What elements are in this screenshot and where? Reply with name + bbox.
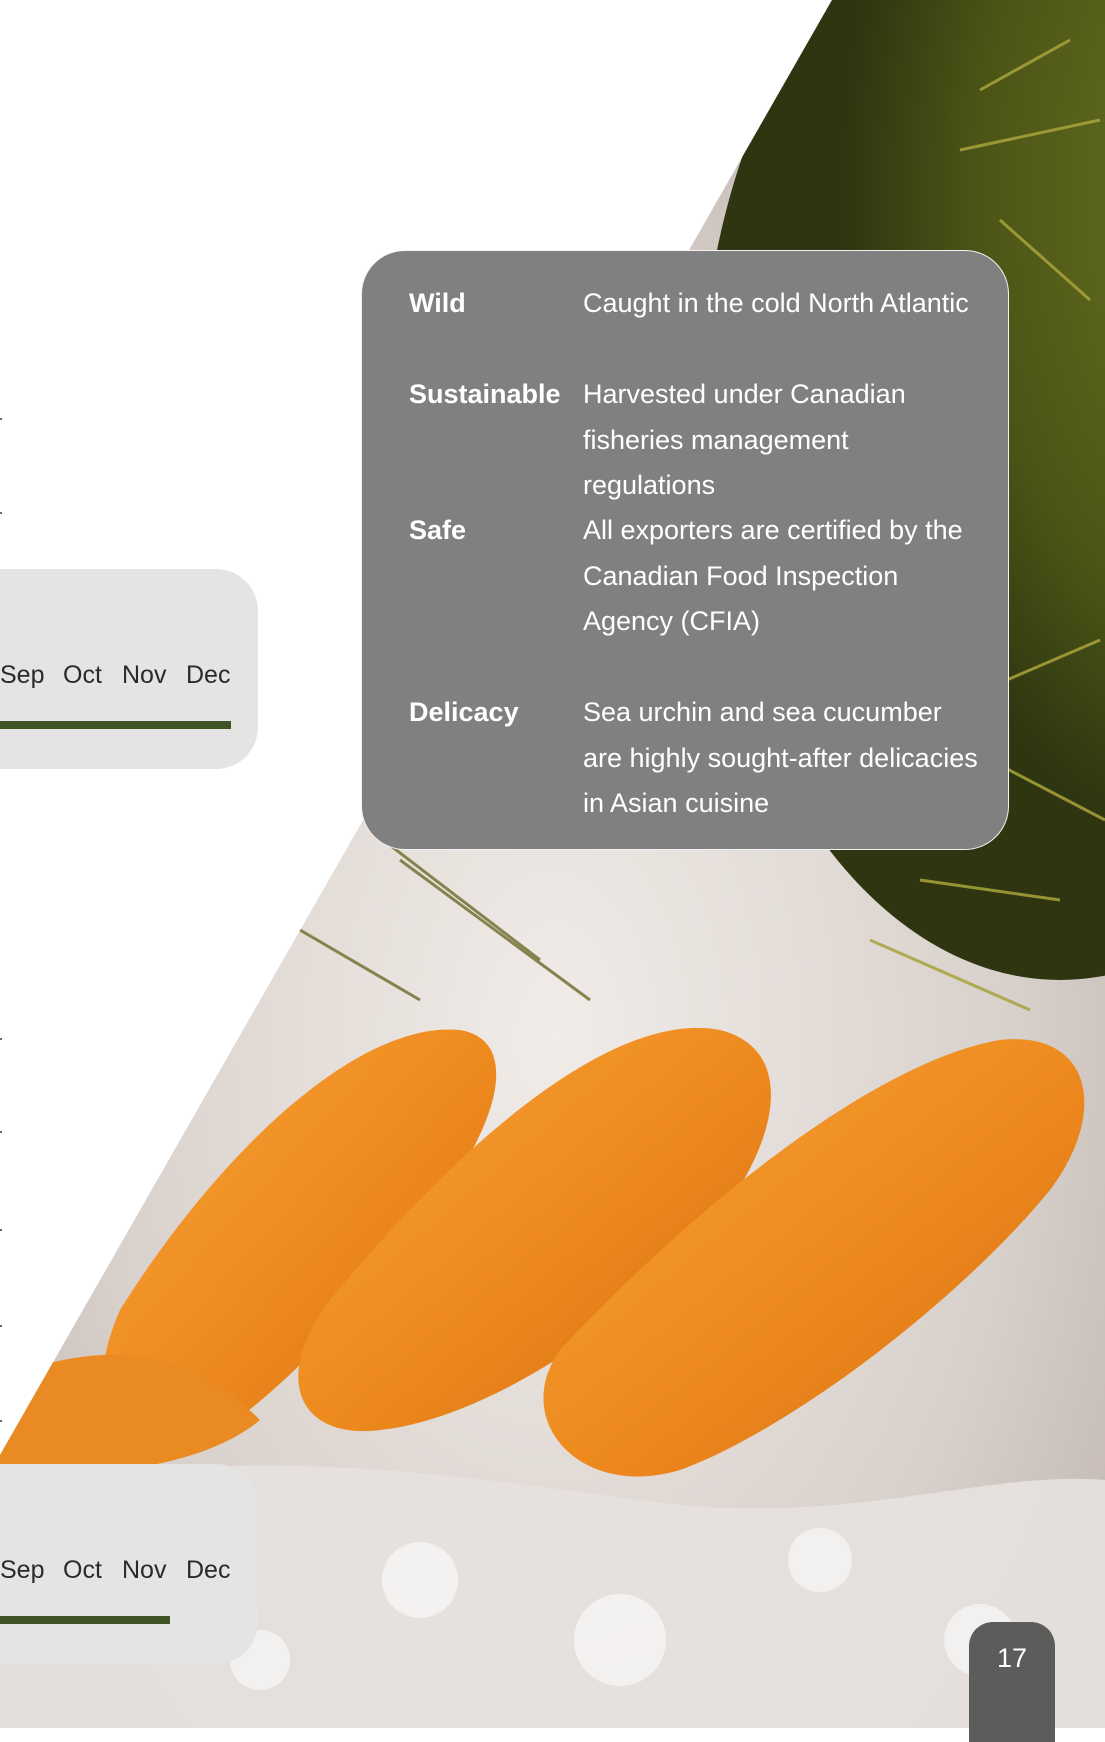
season-bar (0, 721, 231, 729)
left-edge-tick (0, 512, 2, 514)
left-edge-tick (0, 1038, 2, 1040)
month-label: Oct (63, 661, 102, 689)
season-panel: Sep Oct Nov Dec (0, 1464, 258, 1664)
attribute-description: Sea urchin and sea cucumber are highly s… (583, 697, 978, 818)
season-panel: Sep Oct Nov Dec (0, 569, 258, 769)
attribute-term: Sustainable (409, 379, 561, 409)
page-number: 17 (969, 1622, 1055, 1742)
month-label: Dec (186, 661, 231, 689)
season-bar (0, 1616, 170, 1624)
month-label: Sep (0, 1556, 45, 1584)
left-edge-tick (0, 1420, 2, 1422)
left-edge-tick (0, 1229, 2, 1231)
attributes-card: Wild Caught in the cold North Atlantic S… (361, 250, 1009, 850)
attribute-term: Delicacy (409, 697, 519, 727)
left-edge-tick (0, 1131, 2, 1133)
attribute-description: Caught in the cold North Atlantic (583, 288, 969, 318)
month-label: Nov (122, 661, 167, 689)
attribute-term: Safe (409, 515, 467, 545)
left-edge-tick (0, 1325, 2, 1327)
left-edge-tick (0, 418, 2, 420)
attribute-term: Wild (409, 288, 466, 318)
month-label: Nov (122, 1556, 167, 1584)
attribute-description: All exporters are certified by the Canad… (583, 515, 963, 636)
month-label: Sep (0, 661, 45, 689)
month-label: Dec (186, 1556, 231, 1584)
month-label: Oct (63, 1556, 102, 1584)
attribute-description: Harvested under Canadian fisheries manag… (583, 379, 906, 500)
